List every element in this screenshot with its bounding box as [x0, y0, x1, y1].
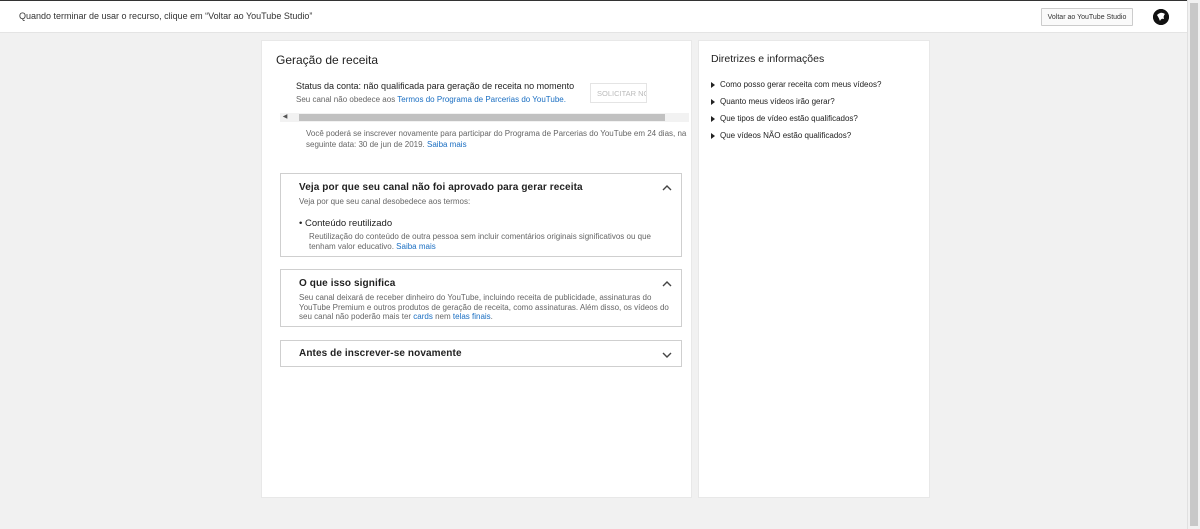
cards-link[interactable]: cards — [413, 312, 433, 321]
expand-triangle-icon — [711, 115, 715, 122]
avatar-icon — [1153, 9, 1169, 25]
guideline-item[interactable]: Que tipos de vídeo estão qualificados? — [711, 110, 881, 127]
end-screens-link[interactable]: telas finais — [453, 312, 491, 321]
reused-content-title: Conteúdo reutilizado — [304, 218, 393, 229]
guideline-label: Que tipos de vídeo estão qualificados? — [720, 114, 858, 123]
reapply-learn-more-link[interactable]: Saiba mais — [427, 140, 467, 149]
panel-body-suffix: . — [490, 312, 493, 321]
guidelines-title: Diretrizes e informações — [711, 53, 825, 65]
what-it-means-panel: O que isso significa Seu canal deixará d… — [280, 269, 682, 327]
chevron-up-icon[interactable] — [661, 182, 673, 194]
horizontal-scrollbar[interactable]: ◀ — [280, 113, 689, 122]
chevron-up-icon[interactable] — [661, 278, 673, 290]
panel-body-mid: nem — [432, 312, 453, 321]
guideline-item[interactable]: Quanto meus vídeos irão gerar? — [711, 93, 881, 110]
panel-title[interactable]: Antes de inscrever-se novamente — [299, 348, 462, 359]
guidelines-card: Diretrizes e informações Como posso gera… — [698, 40, 930, 498]
guideline-label: Que vídeos NÃO estão qualificados? — [720, 131, 852, 140]
status-subtext-prefix: Seu canal não obedece aos — [296, 95, 398, 104]
guidelines-list: Como posso gerar receita com meus vídeos… — [711, 76, 881, 144]
panel-title[interactable]: O que isso significa — [299, 278, 395, 289]
page-scrollbar-thumb[interactable] — [1190, 3, 1198, 526]
panel-title[interactable]: Veja por que seu canal não foi aprovado … — [299, 182, 583, 193]
account-status: Status da conta: não qualificada para ge… — [296, 81, 575, 91]
guideline-item[interactable]: Que vídeos NÃO estão qualificados? — [711, 127, 881, 144]
request-again-button[interactable]: SOLICITAR NOVAMENTE — [590, 83, 647, 103]
top-bar: Quando terminar de usar o recurso, cliqu… — [0, 0, 1187, 33]
reapply-note-text: Você poderá se inscrever novamente para … — [306, 129, 687, 149]
status-subtext: Seu canal não obedece aos Termos do Prog… — [296, 95, 566, 104]
monetization-card: Geração de receita Status da conta: não … — [261, 40, 692, 498]
why-not-approved-panel: Veja por que seu canal não foi aprovado … — [280, 173, 682, 257]
reused-content-text: Reutilização do conteúdo de outra pessoa… — [309, 232, 651, 251]
scroll-left-icon[interactable]: ◀ — [281, 113, 289, 122]
page-scrollbar[interactable] — [1187, 0, 1200, 529]
reapply-note: Você poderá se inscrever novamente para … — [306, 128, 692, 150]
reused-content-item: • Conteúdo reutilizado — [299, 218, 393, 229]
topbar-message: Quando terminar de usar o recurso, cliqu… — [19, 11, 313, 21]
horizontal-scrollbar-thumb[interactable] — [299, 114, 665, 121]
expand-triangle-icon — [711, 98, 715, 105]
panel-body: Seu canal deixará de receber dinheiro do… — [299, 293, 675, 322]
guideline-item[interactable]: Como posso gerar receita com meus vídeos… — [711, 76, 881, 93]
reused-content-description: Reutilização do conteúdo de outra pessoa… — [309, 232, 669, 252]
chevron-down-icon[interactable] — [661, 349, 673, 361]
expand-triangle-icon — [711, 132, 715, 139]
page-title: Geração de receita — [276, 53, 379, 67]
guideline-label: Quanto meus vídeos irão gerar? — [720, 97, 835, 106]
panel-subtitle: Veja por que seu canal desobedece aos te… — [299, 197, 471, 206]
reused-content-learn-more-link[interactable]: Saiba mais — [396, 242, 436, 251]
expand-triangle-icon — [711, 81, 715, 88]
avatar[interactable] — [1153, 9, 1169, 25]
back-to-studio-button[interactable]: Voltar ao YouTube Studio — [1041, 8, 1133, 26]
guideline-label: Como posso gerar receita com meus vídeos… — [720, 80, 882, 89]
partner-terms-link[interactable]: Termos do Programa de Parcerias do YouTu… — [397, 95, 566, 104]
before-reapplying-panel[interactable]: Antes de inscrever-se novamente — [280, 340, 682, 367]
